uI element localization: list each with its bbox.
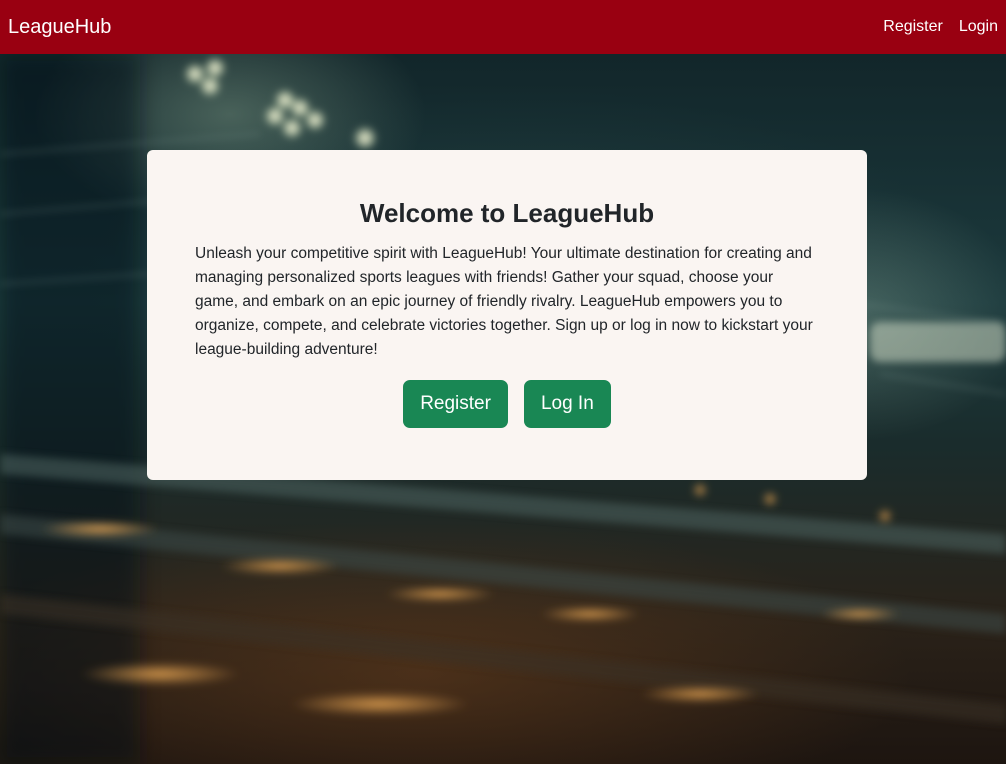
- cta-button-row: Register Log In: [195, 380, 819, 428]
- nav-links: Register Login: [883, 18, 998, 36]
- navbar: LeagueHub Register Login: [0, 0, 1006, 54]
- brand-logo-link[interactable]: LeagueHub: [8, 16, 111, 39]
- welcome-card: Welcome to LeagueHub Unleash your compet…: [147, 150, 867, 480]
- login-button[interactable]: Log In: [523, 380, 611, 428]
- nav-login-link[interactable]: Login: [959, 18, 998, 36]
- welcome-description: Unleash your competitive spirit with Lea…: [195, 245, 813, 358]
- nav-register-link[interactable]: Register: [883, 18, 943, 36]
- page: LeagueHub Register Login Welcome to Leag…: [0, 0, 1006, 764]
- register-button[interactable]: Register: [403, 380, 508, 428]
- welcome-heading: Welcome to LeagueHub: [359, 198, 655, 228]
